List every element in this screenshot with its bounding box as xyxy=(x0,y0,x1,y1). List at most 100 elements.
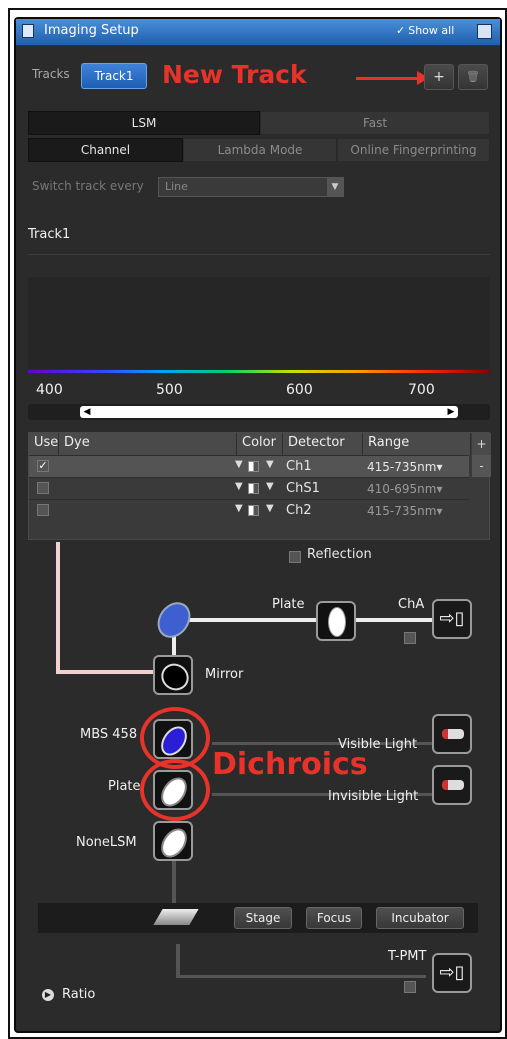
color-dropdown-icon[interactable]: ▼ xyxy=(266,481,274,492)
tab-channel[interactable]: Channel xyxy=(28,138,183,162)
beam-path xyxy=(176,944,180,977)
dye-dropdown-icon[interactable]: ▼ xyxy=(235,459,243,470)
color-dropdown-icon[interactable]: ▼ xyxy=(266,459,274,470)
col-header-color: Color xyxy=(237,433,283,455)
col-header-detector: Detector xyxy=(283,433,363,455)
switch-track-select[interactable]: Line ▼ xyxy=(158,177,344,197)
scan-mirror-icon xyxy=(150,595,198,645)
incubator-button[interactable]: Incubator xyxy=(376,907,464,929)
col-header-range: Range xyxy=(363,433,471,455)
mirror-icon xyxy=(156,658,194,696)
track-heading: Track1 xyxy=(28,227,71,242)
imaging-setup-panel: Imaging Setup ✓ Show all Tracks Track1 Ne… xyxy=(14,17,502,1033)
panel-title: Imaging Setup xyxy=(44,23,139,38)
table-row[interactable]: ▼ ▼ ChS1 410-695nm▾ xyxy=(29,477,469,499)
use-checkbox[interactable]: ✓ xyxy=(37,460,49,472)
add-track-button[interactable]: + xyxy=(424,64,454,90)
track1-button[interactable]: Track1 xyxy=(81,63,147,89)
panel-icon xyxy=(22,24,34,38)
spectrum-view xyxy=(28,277,490,369)
ratio-label: Ratio xyxy=(62,987,96,1002)
col-header-use: Use xyxy=(29,433,59,455)
none-lsm-node[interactable] xyxy=(153,821,193,863)
range-value: 415-735nm xyxy=(367,504,437,518)
invisible-light-label: Invisible Light xyxy=(328,789,419,804)
tracks-label: Tracks xyxy=(32,67,70,81)
none-lsm-label: NoneLSM xyxy=(76,835,137,850)
invisible-light-source[interactable] xyxy=(432,765,472,805)
range-value: 415-735nm xyxy=(367,460,437,474)
cha-label: ChA xyxy=(398,597,425,612)
delete-track-button[interactable]: 🗑 xyxy=(458,64,488,90)
tab-online-fingerprinting[interactable]: Online Fingerprinting xyxy=(337,138,490,162)
use-checkbox[interactable] xyxy=(37,504,49,516)
undock-icon[interactable] xyxy=(477,24,492,39)
dye-dropdown-icon[interactable]: ▼ xyxy=(235,503,243,514)
use-checkbox[interactable] xyxy=(37,482,49,494)
beam-path xyxy=(176,975,426,978)
detector-cell: Ch2 xyxy=(286,503,312,518)
tab-lambda-mode[interactable]: Lambda Mode xyxy=(183,138,337,162)
detector-cell: ChS1 xyxy=(286,481,320,496)
add-channel-button[interactable]: + xyxy=(472,433,491,455)
beam-path xyxy=(56,542,60,672)
beam-path xyxy=(356,618,432,622)
new-track-annotation: New Track xyxy=(162,60,307,89)
t-pmt-label: T-PMT xyxy=(388,949,427,964)
annotation-arrow-line xyxy=(356,77,420,80)
remove-channel-button[interactable]: - xyxy=(472,455,491,477)
plate-filter-icon xyxy=(328,607,346,637)
scroll-left-icon[interactable]: ◀ xyxy=(80,406,94,418)
plate-icon xyxy=(155,823,193,863)
switch-track-value: Line xyxy=(165,180,188,193)
stage-button[interactable]: Stage xyxy=(234,907,292,929)
color-swatch[interactable] xyxy=(248,483,259,494)
ratio-expander[interactable]: ▶ Ratio xyxy=(42,987,95,1002)
chevron-down-icon: ▼ xyxy=(327,178,343,196)
dye-dropdown-icon[interactable]: ▼ xyxy=(235,481,243,492)
cha-checkbox[interactable] xyxy=(404,632,416,644)
table-row[interactable]: ▼ ▼ Ch2 415-735nm▾ xyxy=(29,499,469,521)
lamp-icon xyxy=(442,780,464,790)
reflection-checkbox[interactable] xyxy=(289,551,301,563)
beam-path xyxy=(172,857,176,909)
color-swatch[interactable] xyxy=(248,505,259,516)
visible-light-source[interactable] xyxy=(432,714,472,754)
axis-tick-600: 600 xyxy=(286,382,313,398)
lamp-icon xyxy=(442,729,464,739)
color-swatch[interactable] xyxy=(248,461,259,472)
beam-path xyxy=(172,618,316,622)
axis-tick-700: 700 xyxy=(408,382,435,398)
range-cell[interactable]: 415-735nm▾ xyxy=(367,504,442,518)
mbs-label: MBS 458 xyxy=(80,727,138,742)
tab-fast[interactable]: Fast xyxy=(260,111,490,135)
table-row[interactable]: ✓ ▼ ▼ Ch1 415-735nm▾ xyxy=(29,455,469,477)
axis-tick-400: 400 xyxy=(36,382,63,398)
detector-t-pmt-icon[interactable]: ⇨▯ xyxy=(432,953,472,993)
t-pmt-checkbox[interactable] xyxy=(404,981,416,993)
channel-table: Use Dye Color Detector Range + - ✓ ▼ ▼ C… xyxy=(28,432,491,540)
show-all-toggle[interactable]: ✓ Show all xyxy=(396,24,454,37)
spectrum-scrollbar[interactable]: ◀ ▶ xyxy=(28,404,490,420)
annotation-ring xyxy=(140,759,210,821)
tab-lsm[interactable]: LSM xyxy=(28,111,260,135)
range-cell[interactable]: 415-735nm▾ xyxy=(367,460,442,474)
axis-tick-500: 500 xyxy=(156,382,183,398)
focus-button[interactable]: Focus xyxy=(306,907,362,929)
switch-track-label: Switch track every xyxy=(32,179,144,193)
visible-light-label: Visible Light xyxy=(338,737,418,752)
check-icon: ✓ xyxy=(396,24,406,37)
scroll-right-icon[interactable]: ▶ xyxy=(444,406,458,418)
detector-cha-icon[interactable]: ⇨▯ xyxy=(432,599,472,639)
expand-icon: ▶ xyxy=(42,988,54,1001)
range-cell[interactable]: 410-695nm▾ xyxy=(367,482,442,496)
divider xyxy=(28,254,490,255)
col-header-dye: Dye xyxy=(59,433,237,455)
spectrum-gradient xyxy=(28,370,490,373)
plate-top-label: Plate xyxy=(272,597,305,612)
mirror-node[interactable] xyxy=(153,655,194,696)
color-dropdown-icon[interactable]: ▼ xyxy=(266,503,274,514)
plate-filter-node[interactable] xyxy=(316,601,356,641)
scroll-thumb[interactable]: ◀ ▶ xyxy=(80,406,458,418)
show-all-label: Show all xyxy=(408,24,455,37)
